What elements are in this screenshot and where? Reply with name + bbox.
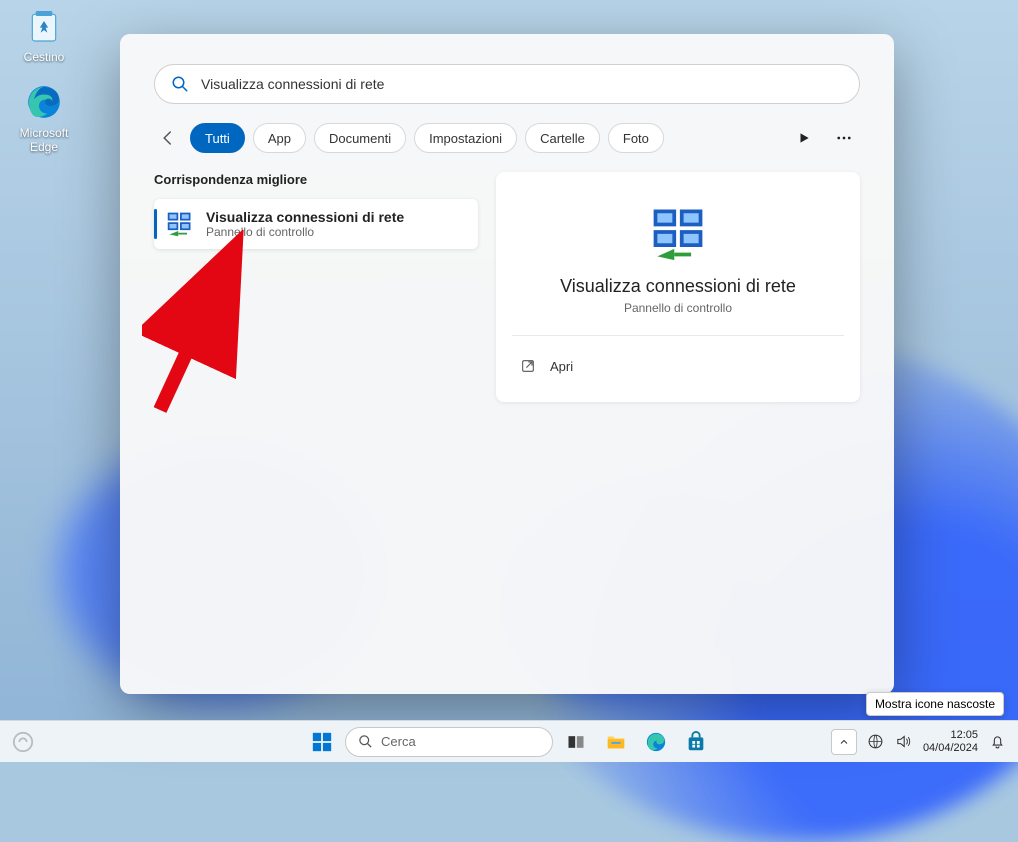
tray-time: 12:05 [923,729,978,742]
windows-icon [311,731,333,753]
filter-chip-photos[interactable]: Foto [608,123,664,153]
preview-subtitle: Pannello di controllo [516,301,840,315]
desktop-icon-recycle-bin[interactable]: Cestino [6,6,82,64]
start-button[interactable] [305,725,339,759]
search-input[interactable] [201,76,843,92]
preview-pane: Visualizza connessioni di rete Pannello … [496,172,860,402]
action-open[interactable]: Apri [516,350,840,382]
search-icon [171,75,189,93]
filter-chip-settings[interactable]: Impostazioni [414,123,517,153]
tray-network-button[interactable] [867,733,885,751]
network-connections-icon [166,210,194,238]
arrow-left-icon [159,129,177,147]
folder-icon [605,731,627,753]
action-label: Apri [550,359,573,374]
copilot-icon[interactable] [12,731,34,753]
tray-volume-button[interactable] [895,733,913,751]
tray-date: 04/04/2024 [923,742,978,755]
filter-chip-apps[interactable]: App [253,123,306,153]
filter-chip-folders[interactable]: Cartelle [525,123,600,153]
tray-clock[interactable]: 12:05 04/04/2024 [923,729,978,754]
taskbar-search-placeholder: Cerca [381,734,416,749]
preview-icon [648,202,708,262]
taskbar-search[interactable]: Cerca [345,727,553,757]
result-subtitle: Pannello di controllo [206,225,404,239]
filter-chip-all[interactable]: Tutti [190,123,245,153]
play-icon [797,131,811,145]
open-icon [520,358,536,374]
filter-chip-documents[interactable]: Documenti [314,123,406,153]
desktop-icon-edge[interactable]: Microsoft Edge [6,82,82,154]
desktop-icon-label: Cestino [6,50,82,64]
search-icon [358,734,373,749]
play-button[interactable] [788,122,820,154]
search-box[interactable] [154,64,860,104]
back-button[interactable] [154,124,182,152]
chevron-up-icon [838,736,850,748]
divider [512,335,844,336]
file-explorer-button[interactable] [599,725,633,759]
tray-tooltip: Mostra icone nascoste [866,692,1004,716]
desktop-icon-label: Microsoft Edge [6,126,82,154]
result-title: Visualizza connessioni di rete [206,209,404,225]
tray-notifications-button[interactable] [988,733,1006,751]
more-button[interactable] [828,122,860,154]
store-button[interactable] [679,725,713,759]
tray-overflow-button[interactable] [831,729,857,755]
task-view-icon [566,732,586,752]
result-item[interactable]: Visualizza connessioni di rete Pannello … [154,199,478,249]
section-best-match: Corrispondenza migliore [154,172,478,187]
speaker-icon [895,733,912,750]
selection-bar [154,209,157,239]
preview-title: Visualizza connessioni di rete [516,276,840,297]
edge-icon [645,731,667,753]
globe-icon [867,733,884,750]
start-search-panel: Tutti App Documenti Impostazioni Cartell… [120,34,894,694]
bell-icon [989,733,1006,750]
store-icon [685,731,707,753]
task-view-button[interactable] [559,725,593,759]
taskbar: Cerca 12:05 04/04/2024 [0,720,1018,762]
taskbar-edge-button[interactable] [639,725,673,759]
more-icon [835,129,853,147]
